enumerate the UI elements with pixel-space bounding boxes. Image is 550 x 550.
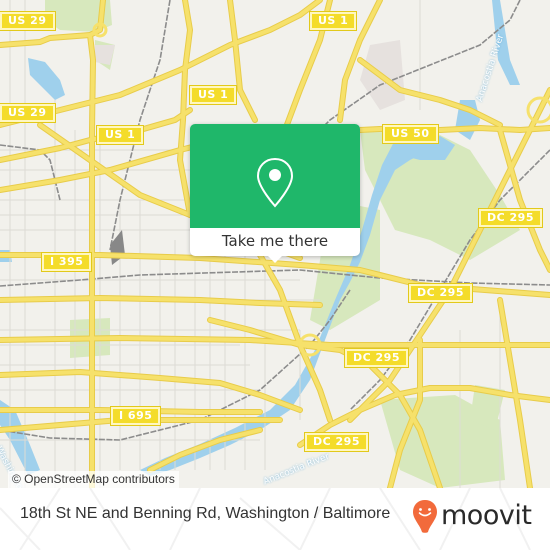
- road-shield-dc-295: DC 295: [344, 348, 409, 368]
- reservoir: [28, 58, 65, 100]
- popup-header: [190, 124, 360, 228]
- road-shield-dc-295: DC 295: [304, 432, 369, 452]
- road-shield-us-29: US 29: [0, 103, 56, 123]
- footer-bar: 18th St NE and Benning Rd, Washington / …: [0, 488, 550, 550]
- road-shield-us-1: US 1: [95, 125, 145, 145]
- road-shield-us-29: US 29: [0, 11, 56, 31]
- road-shield-dc-295: DC 295: [478, 208, 543, 228]
- road-shield-i-395: I 395: [40, 252, 93, 272]
- road-shield-i-695: I 695: [109, 406, 162, 426]
- popup-tail: [267, 255, 283, 263]
- road-shield-dc-295: DC 295: [408, 283, 473, 303]
- road-shield-us-50: US 50: [382, 124, 439, 144]
- map-view[interactable]: US 29 US 29 US 1 US 1 US 1 US 50 I 395 D…: [0, 0, 550, 488]
- road-shield-us-1: US 1: [308, 11, 358, 31]
- take-me-there-button[interactable]: Take me there: [190, 228, 360, 256]
- road-shield-us-1: US 1: [188, 85, 238, 105]
- industrial-area: [95, 45, 115, 65]
- moovit-logo[interactable]: moovit: [412, 499, 532, 533]
- moovit-wordmark: moovit: [441, 500, 532, 531]
- map-pin-icon: [256, 157, 294, 208]
- stop-title: 18th St NE and Benning Rd, Washington / …: [20, 505, 391, 522]
- map-attribution[interactable]: © OpenStreetMap contributors: [8, 471, 179, 488]
- location-popup[interactable]: Take me there: [190, 124, 360, 263]
- moovit-pin-icon: [413, 500, 437, 533]
